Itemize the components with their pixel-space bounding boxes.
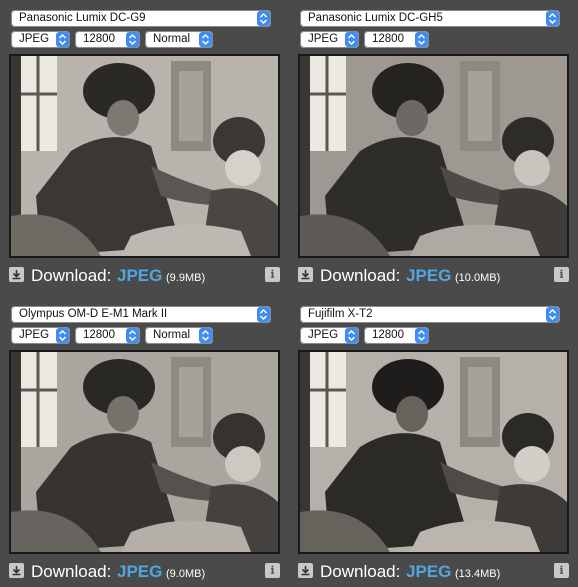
download-jpeg-link[interactable]: JPEG <box>406 263 451 289</box>
sample-photo-image <box>300 352 567 552</box>
file-size: (9.0MB) <box>166 568 206 580</box>
updown-chevron-icon <box>546 307 559 322</box>
download-label: Download: <box>31 562 112 581</box>
download-jpeg-link[interactable]: JPEG <box>117 559 162 585</box>
sample-photo[interactable] <box>298 54 569 258</box>
iso-select-value: 12800 <box>372 33 404 45</box>
info-icon[interactable]: i <box>265 267 280 282</box>
iso-select-value: 12800 <box>372 329 404 341</box>
quality-select-value: Normal <box>153 33 191 45</box>
camera-select[interactable]: Panasonic Lumix DC-G9 <box>11 10 271 27</box>
sample-photo[interactable] <box>9 54 280 258</box>
camera-select-value: Panasonic Lumix DC-GH5 <box>308 12 443 24</box>
camera-select[interactable]: Fujifilm X-T2 <box>300 306 560 323</box>
download-icon[interactable] <box>9 267 24 282</box>
quality-select[interactable]: Normal <box>145 327 213 344</box>
download-jpeg-link[interactable]: JPEG <box>406 559 451 585</box>
iso-select[interactable]: 12800 <box>364 327 429 344</box>
format-select[interactable]: JPEG <box>11 31 70 48</box>
download-row: Download: JPEG (9.0MB) i <box>9 559 280 585</box>
quality-select[interactable]: Normal <box>145 31 213 48</box>
download-row: Download: JPEG (13.4MB) i <box>298 559 569 585</box>
sample-photo-image <box>11 56 278 256</box>
format-select[interactable]: JPEG <box>300 327 359 344</box>
info-icon[interactable]: i <box>554 267 569 282</box>
file-size: (9.9MB) <box>166 272 206 284</box>
format-select[interactable]: JPEG <box>11 327 70 344</box>
download-icon[interactable] <box>298 563 313 578</box>
updown-chevron-icon <box>56 32 69 47</box>
updown-chevron-icon <box>415 328 428 343</box>
info-icon[interactable]: i <box>554 563 569 578</box>
updown-chevron-icon <box>126 32 139 47</box>
updown-chevron-icon <box>415 32 428 47</box>
camera-select[interactable]: Panasonic Lumix DC-GH5 <box>300 10 560 27</box>
sample-photo-image <box>11 352 278 552</box>
format-select-value: JPEG <box>308 329 339 341</box>
download-label: Download: <box>320 562 401 581</box>
download-label: Download: <box>320 266 401 285</box>
updown-chevron-icon <box>257 11 270 26</box>
updown-chevron-icon <box>345 328 358 343</box>
updown-chevron-icon <box>199 328 212 343</box>
quality-select-value: Normal <box>153 329 191 341</box>
format-select-value: JPEG <box>19 33 50 45</box>
sample-photo[interactable] <box>298 350 569 554</box>
format-select-value: JPEG <box>19 329 50 341</box>
file-size: (10.0MB) <box>455 272 501 284</box>
download-icon[interactable] <box>298 267 313 282</box>
camera-select[interactable]: Olympus OM-D E-M1 Mark II <box>11 306 271 323</box>
updown-chevron-icon <box>345 32 358 47</box>
iso-select[interactable]: 12800 <box>75 327 140 344</box>
iso-select[interactable]: 12800 <box>364 31 429 48</box>
file-size: (13.4MB) <box>455 568 501 580</box>
updown-chevron-icon <box>199 32 212 47</box>
iso-select-value: 12800 <box>83 329 115 341</box>
sample-photo-image <box>300 56 567 256</box>
sample-photo[interactable] <box>9 350 280 554</box>
iso-select[interactable]: 12800 <box>75 31 140 48</box>
download-row: Download: JPEG (9.9MB) i <box>9 263 280 289</box>
iso-select-value: 12800 <box>83 33 115 45</box>
camera-select-value: Olympus OM-D E-M1 Mark II <box>19 308 168 320</box>
updown-chevron-icon <box>56 328 69 343</box>
camera-select-value: Fujifilm X-T2 <box>308 308 373 320</box>
download-row: Download: JPEG (10.0MB) i <box>298 263 569 289</box>
camera-select-value: Panasonic Lumix DC-G9 <box>19 12 146 24</box>
updown-chevron-icon <box>257 307 270 322</box>
format-select[interactable]: JPEG <box>300 31 359 48</box>
format-select-value: JPEG <box>308 33 339 45</box>
updown-chevron-icon <box>546 11 559 26</box>
download-jpeg-link[interactable]: JPEG <box>117 263 162 289</box>
info-icon[interactable]: i <box>265 563 280 578</box>
download-label: Download: <box>31 266 112 285</box>
updown-chevron-icon <box>126 328 139 343</box>
download-icon[interactable] <box>9 563 24 578</box>
